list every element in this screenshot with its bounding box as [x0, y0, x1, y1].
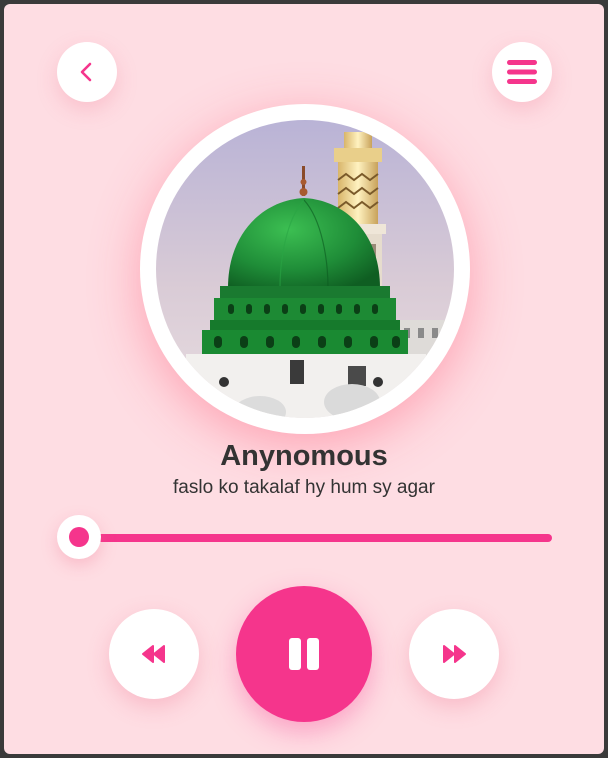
progress-thumb-dot [69, 527, 89, 547]
progress-thumb[interactable] [57, 515, 101, 559]
rewind-button[interactable] [109, 609, 199, 699]
album-art-frame [140, 104, 470, 434]
hamburger-menu-icon [507, 60, 537, 84]
progress-bar[interactable] [66, 534, 552, 542]
menu-button[interactable] [492, 42, 552, 102]
music-player-card: Anynomous faslo ko takalaf hy hum sy aga… [4, 4, 604, 754]
chevron-left-icon [80, 62, 92, 82]
artist-name: Anynomous [220, 440, 388, 472]
album-art-image [156, 120, 454, 418]
pause-icon [289, 638, 319, 670]
pause-button[interactable] [236, 586, 372, 722]
album-art [156, 120, 454, 418]
song-title: faslo ko takalaf hy hum sy agar [173, 477, 435, 498]
rewind-icon [142, 645, 165, 663]
fast-forward-icon [443, 645, 466, 663]
back-button[interactable] [57, 42, 117, 102]
fast-forward-button[interactable] [409, 609, 499, 699]
